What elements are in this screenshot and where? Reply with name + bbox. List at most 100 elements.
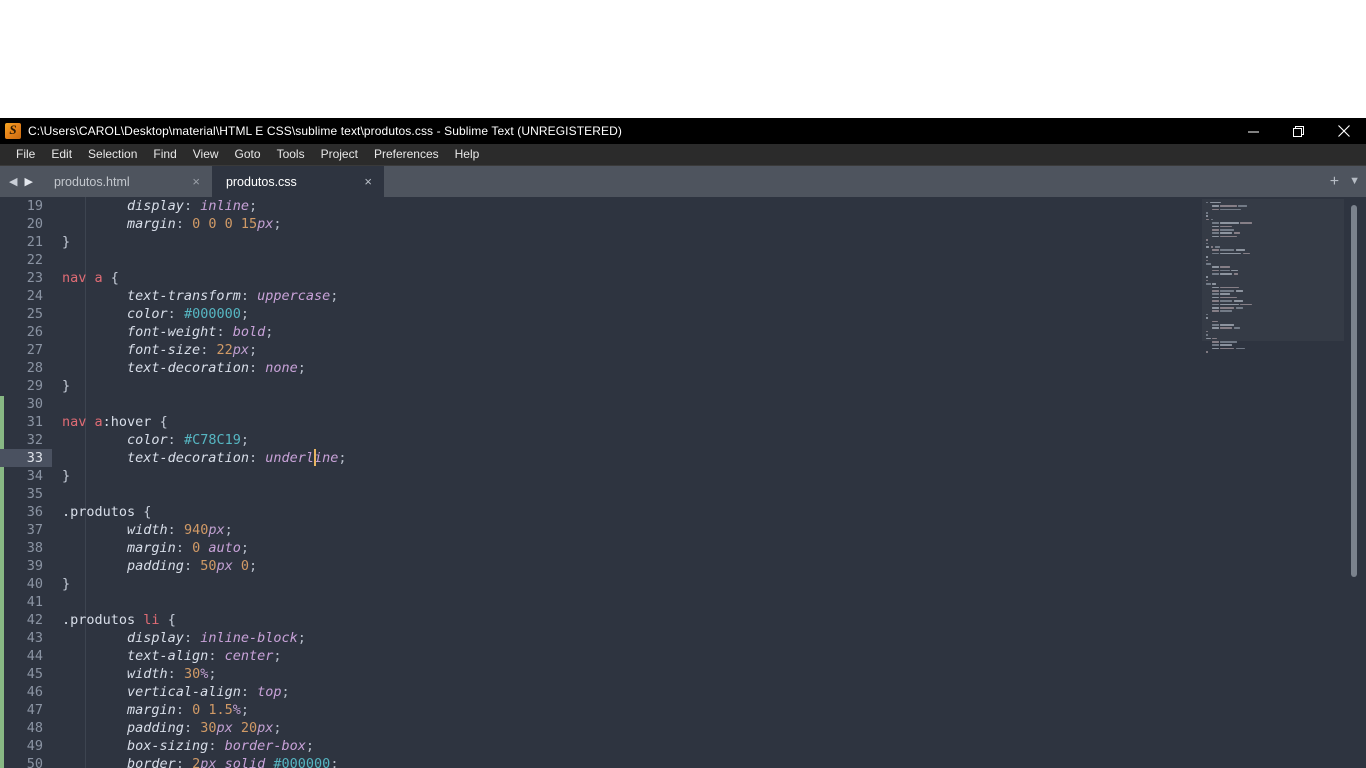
code-line[interactable]: vertical-align: top; [52, 683, 1366, 701]
new-tab-icon[interactable]: + [1330, 173, 1339, 190]
minimize-icon[interactable] [1231, 118, 1276, 144]
code-line[interactable]: } [52, 467, 1366, 485]
line-number-label: 38 [26, 540, 43, 556]
restore-icon[interactable] [1276, 118, 1321, 144]
tab-label: produtos.css [225, 174, 297, 189]
code-line[interactable]: font-size: 22px; [52, 341, 1366, 359]
code-line[interactable]: text-align: center; [52, 647, 1366, 665]
menu-item-file[interactable]: File [8, 144, 43, 165]
code-line[interactable]: font-weight: bold; [52, 323, 1366, 341]
tab-close-icon[interactable]: × [192, 175, 200, 188]
line-number-label: 33 [26, 450, 43, 466]
code-line[interactable]: width: 30%; [52, 665, 1366, 683]
close-icon[interactable] [1321, 118, 1366, 144]
code-line[interactable] [52, 593, 1366, 611]
code-line[interactable]: } [52, 377, 1366, 395]
line-number-label: 24 [26, 288, 43, 304]
code-line[interactable]: nav a { [52, 269, 1366, 287]
text-cursor [314, 449, 317, 466]
vertical-scrollbar[interactable] [1348, 197, 1360, 768]
line-number: 47 [0, 701, 52, 719]
code-line[interactable]: text-decoration: none; [52, 359, 1366, 377]
code-line[interactable]: nav a:hover { [52, 413, 1366, 431]
line-number: 30 [0, 395, 52, 413]
line-number-label: 49 [26, 738, 43, 754]
code-line[interactable] [52, 485, 1366, 503]
line-number-label: 40 [26, 576, 43, 592]
code-line[interactable] [52, 251, 1366, 269]
line-number-label: 39 [26, 558, 43, 574]
code-line[interactable]: color: #C78C19; [52, 431, 1366, 449]
line-number: 26 [0, 323, 52, 341]
line-number-label: 43 [26, 630, 43, 646]
code-line[interactable]: padding: 30px 20px; [52, 719, 1366, 737]
line-number-label: 47 [26, 702, 43, 718]
line-number-label: 35 [26, 486, 43, 502]
code-line[interactable]: .produtos li { [52, 611, 1366, 629]
line-number: 29 [0, 377, 52, 395]
code-line[interactable]: text-decoration: underline; [52, 449, 1366, 467]
menu-item-view[interactable]: View [185, 144, 227, 165]
line-number-label: 25 [26, 306, 43, 322]
tab-close-icon[interactable]: × [364, 175, 372, 188]
line-number-label: 21 [26, 234, 43, 250]
line-number: 22 [0, 251, 52, 269]
tab-menu-icon[interactable]: ▼ [1349, 176, 1360, 187]
menu-item-selection[interactable]: Selection [80, 144, 145, 165]
code-line[interactable]: box-sizing: border-box; [52, 737, 1366, 755]
tab-next-icon[interactable]: ▶ [24, 175, 32, 188]
menu-item-edit[interactable]: Edit [43, 144, 80, 165]
code-line[interactable]: } [52, 575, 1366, 593]
menu-item-find[interactable]: Find [145, 144, 184, 165]
tab-prev-icon[interactable]: ◀ [9, 175, 17, 188]
line-number-label: 48 [26, 720, 43, 736]
tab-label: produtos.html [53, 174, 130, 189]
line-number: 46 [0, 683, 52, 701]
line-number-label: 30 [26, 396, 43, 412]
line-number-label: 19 [26, 198, 43, 214]
code-content[interactable]: display: inline; margin: 0 0 0 15px;} nav… [52, 197, 1366, 768]
line-number-label: 20 [26, 216, 43, 232]
sublime-text-window: C:\Users\CAROL\Desktop\material\HTML E C… [0, 118, 1366, 768]
code-line[interactable]: text-transform: uppercase; [52, 287, 1366, 305]
code-line[interactable]: } [52, 233, 1366, 251]
code-line[interactable]: padding: 50px 0; [52, 557, 1366, 575]
minimap-line [1202, 350, 1344, 353]
line-number: 39 [0, 557, 52, 575]
line-number: 42 [0, 611, 52, 629]
line-number-label: 41 [26, 594, 43, 610]
line-number-label: 44 [26, 648, 43, 664]
menu-item-goto[interactable]: Goto [227, 144, 269, 165]
code-line[interactable]: margin: 0 1.5%; [52, 701, 1366, 719]
menu-item-project[interactable]: Project [313, 144, 366, 165]
line-number: 19 [0, 197, 52, 215]
code-line[interactable] [52, 395, 1366, 413]
line-number-label: 50 [26, 756, 43, 768]
code-line[interactable]: display: inline; [52, 197, 1366, 215]
code-line[interactable]: margin: 0 0 0 15px; [52, 215, 1366, 233]
line-number: 38 [0, 539, 52, 557]
code-line[interactable]: color: #000000; [52, 305, 1366, 323]
line-number-label: 34 [26, 468, 43, 484]
line-number: 27 [0, 341, 52, 359]
menu-item-help[interactable]: Help [447, 144, 488, 165]
code-line[interactable]: width: 940px; [52, 521, 1366, 539]
code-editor[interactable]: 19 20 21 22 23 24 25 26 27 28 29 30 31 32 33 34 35 36 37 38… [0, 197, 1366, 768]
code-line[interactable]: .produtos { [52, 503, 1366, 521]
tab-produtos-html[interactable]: produtos.html × [39, 166, 212, 197]
code-line[interactable]: border: 2px solid #000000; [52, 755, 1366, 768]
menu-item-preferences[interactable]: Preferences [366, 144, 447, 165]
line-number-label: 42 [26, 612, 43, 628]
line-number: 36 [0, 503, 52, 521]
vertical-scrollbar-thumb[interactable] [1351, 205, 1357, 577]
code-line[interactable]: margin: 0 auto; [52, 539, 1366, 557]
line-number: 48 [0, 719, 52, 737]
code-line[interactable]: display: inline-block; [52, 629, 1366, 647]
line-number-label: 32 [26, 432, 43, 448]
minimap[interactable] [1202, 197, 1344, 768]
sublime-text-icon [5, 122, 21, 139]
menu-bar: File Edit Selection Find View Goto Tools… [0, 144, 1366, 166]
tab-produtos-css[interactable]: produtos.css × [211, 166, 384, 197]
menu-item-tools[interactable]: Tools [269, 144, 313, 165]
line-number-label: 26 [26, 324, 43, 340]
